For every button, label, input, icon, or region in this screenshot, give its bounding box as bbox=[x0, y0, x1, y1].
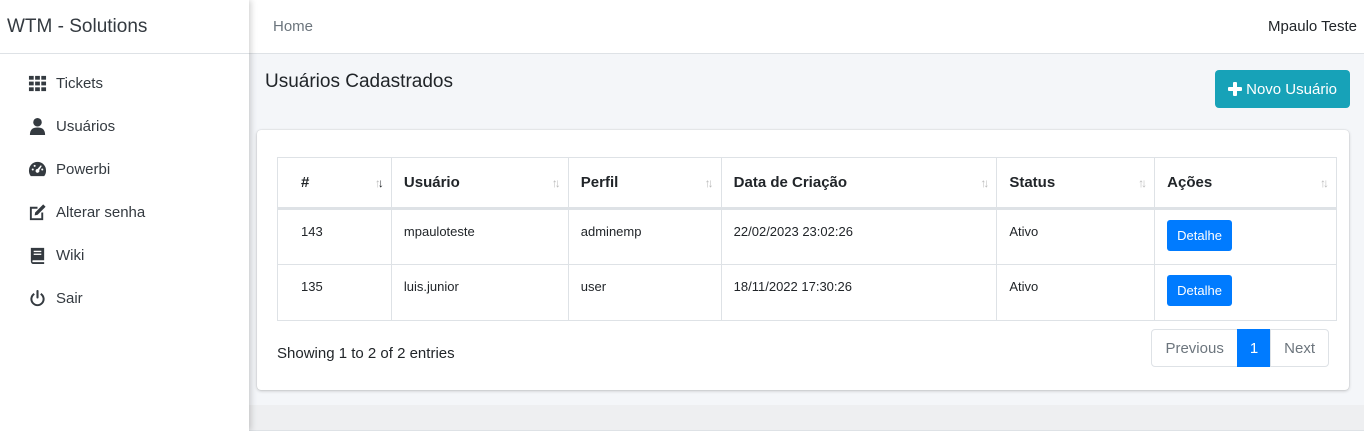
sort-icon: ↑↓ bbox=[1320, 175, 1329, 190]
cell-usuario: luis.junior bbox=[390, 264, 569, 321]
cell-status: Ativo bbox=[996, 264, 1156, 321]
sort-icon: ↑↓ bbox=[980, 175, 989, 190]
sort-icon: ↑↓ bbox=[1138, 175, 1147, 190]
cell-acoes: Detalhe bbox=[1154, 264, 1337, 321]
users-card: # ↑↓ Usuário ↑↓ Perfil ↑↓ Data de Criaçã… bbox=[257, 130, 1349, 390]
col-header-label: Usuário bbox=[403, 174, 460, 191]
col-header-label: # bbox=[301, 174, 310, 191]
col-header-label: Ações bbox=[1167, 174, 1213, 191]
sidebar-item-label: Powerbi bbox=[56, 161, 111, 178]
book-icon bbox=[27, 246, 47, 266]
col-header-acoes[interactable]: Ações ↑↓ bbox=[1154, 157, 1337, 210]
new-user-button[interactable]: Novo Usuário bbox=[1215, 70, 1350, 108]
sidebar-item-label: Sair bbox=[56, 290, 83, 307]
brand-title[interactable]: WTM - Solutions bbox=[0, 0, 249, 54]
col-header-label: Status bbox=[1009, 174, 1056, 191]
col-header-usuario[interactable]: Usuário ↑↓ bbox=[390, 157, 569, 210]
table-row: 135 luis.junior user 18/11/2022 17:30:26… bbox=[277, 264, 1337, 321]
col-header-label: Perfil bbox=[580, 174, 619, 191]
sidebar-item-sair[interactable]: Sair bbox=[0, 277, 249, 320]
sort-icon: ↑↓ bbox=[704, 175, 714, 190]
sidebar: WTM - Solutions Tickets Usuários Powerbi… bbox=[0, 0, 249, 431]
table-row: 143 mpauloteste adminemp 22/02/2023 23:0… bbox=[277, 208, 1337, 265]
cell-id: 135 bbox=[277, 264, 392, 321]
sidebar-nav: Tickets Usuários Powerbi Alterar senha W… bbox=[0, 54, 249, 320]
page-1-button[interactable]: 1 bbox=[1236, 329, 1272, 367]
cell-id: 143 bbox=[277, 208, 392, 265]
col-header-status[interactable]: Status ↑↓ bbox=[996, 157, 1156, 210]
sidebar-item-label: Tickets bbox=[56, 75, 103, 92]
cell-perfil: user bbox=[567, 264, 722, 321]
sidebar-item-wiki[interactable]: Wiki bbox=[0, 234, 249, 277]
cell-usuario: mpauloteste bbox=[390, 208, 569, 265]
col-header-data[interactable]: Data de Criação ↑↓ bbox=[720, 157, 998, 210]
top-navbar: Home Mpaulo Teste bbox=[249, 0, 1364, 54]
power-icon bbox=[27, 289, 47, 309]
sidebar-item-tickets[interactable]: Tickets bbox=[0, 62, 249, 105]
sort-desc-icon: ↑↓ bbox=[374, 175, 384, 190]
entries-info: Showing 1 to 2 of 2 entries bbox=[277, 345, 455, 362]
cell-perfil: adminemp bbox=[567, 208, 722, 265]
detalhe-button[interactable]: Detalhe bbox=[1167, 275, 1232, 306]
sidebar-item-usuarios[interactable]: Usuários bbox=[0, 105, 249, 148]
plus-icon bbox=[1228, 82, 1243, 96]
sidebar-item-label: Wiki bbox=[56, 247, 85, 264]
home-link[interactable]: Home bbox=[273, 18, 313, 35]
cell-acoes: Detalhe bbox=[1154, 208, 1337, 265]
table-header-row: # ↑↓ Usuário ↑↓ Perfil ↑↓ Data de Criaçã… bbox=[277, 157, 1337, 210]
detalhe-button[interactable]: Detalhe bbox=[1167, 220, 1232, 251]
col-header-id[interactable]: # ↑↓ bbox=[277, 157, 392, 210]
gauge-icon bbox=[27, 160, 47, 180]
new-user-label: Novo Usuário bbox=[1246, 80, 1337, 98]
sidebar-item-label: Alterar senha bbox=[56, 204, 146, 221]
cell-data: 18/11/2022 17:30:26 bbox=[720, 264, 998, 321]
grid-icon bbox=[27, 74, 47, 94]
col-header-label: Data de Criação bbox=[733, 174, 848, 191]
previous-page-button[interactable]: Previous bbox=[1151, 329, 1238, 367]
next-page-button[interactable]: Next bbox=[1270, 329, 1329, 367]
sidebar-item-powerbi[interactable]: Powerbi bbox=[0, 148, 249, 191]
user-menu[interactable]: Mpaulo Teste bbox=[1268, 18, 1357, 35]
col-header-perfil[interactable]: Perfil ↑↓ bbox=[567, 157, 722, 210]
sort-icon: ↑↓ bbox=[551, 175, 561, 190]
sidebar-item-alterar-senha[interactable]: Alterar senha bbox=[0, 191, 249, 234]
page-title: Usuários Cadastrados bbox=[265, 71, 453, 92]
pagination: Previous 1 Next bbox=[1151, 329, 1329, 367]
edit-icon bbox=[27, 203, 47, 223]
footer-strip bbox=[249, 405, 1364, 431]
cell-status: Ativo bbox=[996, 208, 1156, 265]
user-icon bbox=[27, 117, 47, 137]
sidebar-item-label: Usuários bbox=[56, 118, 116, 135]
users-table: # ↑↓ Usuário ↑↓ Perfil ↑↓ Data de Criaçã… bbox=[277, 157, 1337, 321]
main-content: Usuários Cadastrados Novo Usuário # ↑↓ U… bbox=[249, 54, 1364, 431]
cell-data: 22/02/2023 23:02:26 bbox=[720, 208, 998, 265]
